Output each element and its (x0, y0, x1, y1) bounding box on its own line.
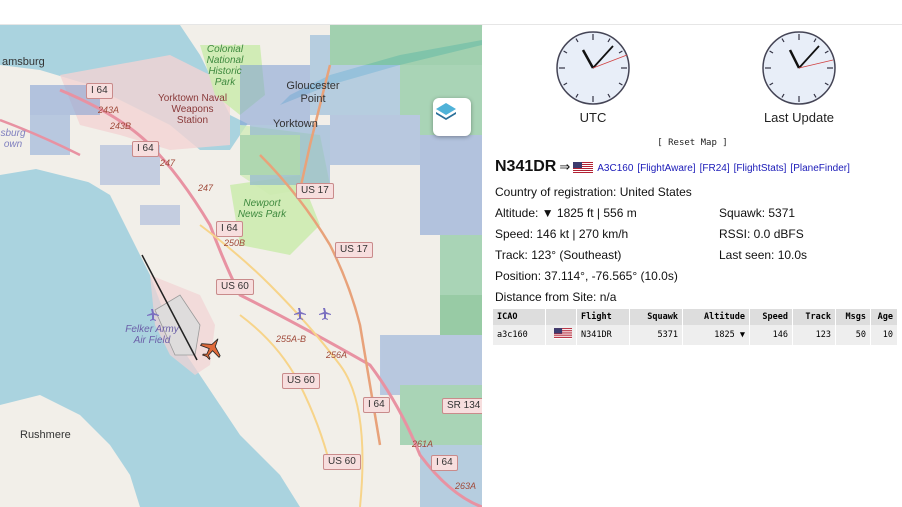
hex-link[interactable]: A3C160 (597, 163, 633, 174)
place-rushmere: Rushmere (20, 429, 71, 441)
arrow-icon: ⇒ (559, 159, 571, 174)
road-shield-i64: I 64 (216, 221, 243, 237)
last-update-label: Last Update (763, 110, 835, 125)
col-altitude[interactable]: Altitude (682, 309, 750, 325)
road-label: 263A (455, 481, 477, 491)
map-view[interactable]: amsburg Colonial National Historic Park … (0, 25, 482, 507)
rssi-info: RSSI: 0.0 dBFS (719, 227, 804, 241)
fr24-link[interactable]: [FR24] (700, 163, 730, 174)
cell-track: 123 (792, 325, 836, 345)
road-shield-i64: I 64 (363, 397, 390, 413)
distance-info: Distance from Site: n/a (495, 290, 617, 304)
road-label: 247 (198, 183, 214, 193)
road-shield-us60: US 60 (216, 279, 254, 295)
place-yorktown-station: Yorktown Naval Weapons Station (157, 93, 228, 126)
col-flight[interactable]: Flight (576, 309, 630, 325)
place-colonial-park: Colonial National Historic Park (206, 44, 244, 88)
col-age[interactable]: Age (870, 309, 898, 325)
cell-flag (545, 325, 577, 345)
map-canvas[interactable] (0, 25, 482, 507)
road-label: 261A (412, 439, 434, 449)
col-squawk[interactable]: Squawk (629, 309, 683, 325)
layers-button[interactable] (433, 98, 471, 136)
cell-speed: 146 (749, 325, 793, 345)
aircraft-table: ICAO Flight Squawk Altitude Speed Track … (493, 309, 898, 345)
place-felker-field: Felker Army Air Field (125, 324, 179, 346)
clock-face-icon (556, 31, 630, 105)
position-info: Position: 37.114°, -76.565° (10.0s) (495, 269, 678, 283)
cell-age: 10 (870, 325, 898, 345)
road-label: 256A (326, 350, 348, 360)
info-panel: UTC Last Update [ Reset Map ] N341DR ⇒ A… (483, 25, 902, 507)
last-seen-info: Last seen: 10.0s (719, 248, 808, 262)
place-williamsburg-town: sburg own (0, 128, 26, 150)
us-flag-icon (573, 162, 594, 175)
top-bar (0, 0, 902, 25)
us-flag-icon (554, 328, 572, 339)
flight-header: N341DR ⇒ A3C160 [FlightAware] [FR24] [Flight… (495, 158, 854, 176)
col-track[interactable]: Track (792, 309, 836, 325)
clock-face-icon (762, 31, 836, 105)
layers-icon (436, 103, 456, 120)
flightaware-link[interactable]: [FlightAware] (637, 163, 695, 174)
squawk-info: Squawk: 5371 (719, 206, 796, 220)
road-shield-i64: I 64 (431, 455, 458, 471)
utc-clock: UTC (533, 28, 653, 125)
utc-label: UTC (579, 110, 607, 125)
col-flag[interactable] (545, 309, 577, 325)
col-speed[interactable]: Speed (749, 309, 793, 325)
cell-squawk: 5371 (629, 325, 683, 345)
cell-flight: N341DR (576, 325, 630, 345)
reset-map-link[interactable]: [ Reset Map ] (483, 138, 902, 148)
track-info: Track: 123° (Southeast) (495, 248, 622, 262)
speed-info: Speed: 146 kt | 270 km/h (495, 227, 629, 241)
road-label: 247 (160, 158, 176, 168)
road-shield-us17: US 17 (296, 183, 334, 199)
country-of-registration: Country of registration: United States (495, 185, 692, 199)
cell-icao: a3c160 (493, 325, 546, 345)
place-newport-news-park: Newport News Park (237, 198, 287, 220)
col-icao[interactable]: ICAO (493, 309, 546, 325)
road-shield-i64: I 64 (86, 83, 113, 99)
road-shield-us60: US 60 (323, 454, 361, 470)
last-update-clock: Last Update (739, 28, 859, 125)
road-label: 243A (98, 105, 120, 115)
road-label: 250B (224, 238, 246, 248)
cell-msgs: 50 (835, 325, 871, 345)
road-shield-us17: US 17 (335, 242, 373, 258)
callsign: N341DR (495, 158, 557, 175)
place-yorktown: Yorktown (273, 118, 318, 130)
cell-altitude: 1825 ▼ (682, 325, 750, 345)
table-header-row: ICAO Flight Squawk Altitude Speed Track … (493, 309, 898, 325)
road-label: 243B (110, 121, 132, 131)
place-williamsburg: amsburg (2, 56, 45, 68)
col-msgs[interactable]: Msgs (835, 309, 871, 325)
road-label: 255A-B (276, 334, 307, 344)
altitude-info: Altitude: ▼ 1825 ft | 556 m (495, 206, 637, 220)
road-shield-us60: US 60 (282, 373, 320, 389)
flightstats-link[interactable]: [FlightStats] (734, 163, 787, 174)
planefinder-link[interactable]: [PlaneFinder] (790, 163, 849, 174)
place-gloucester-point: Gloucester Point (286, 80, 340, 105)
table-row[interactable]: a3c160 N341DR 5371 1825 ▼ 146 123 50 10 (493, 325, 898, 345)
road-shield-sr134: SR 134 (442, 398, 482, 414)
road-shield-i64: I 64 (132, 141, 159, 157)
